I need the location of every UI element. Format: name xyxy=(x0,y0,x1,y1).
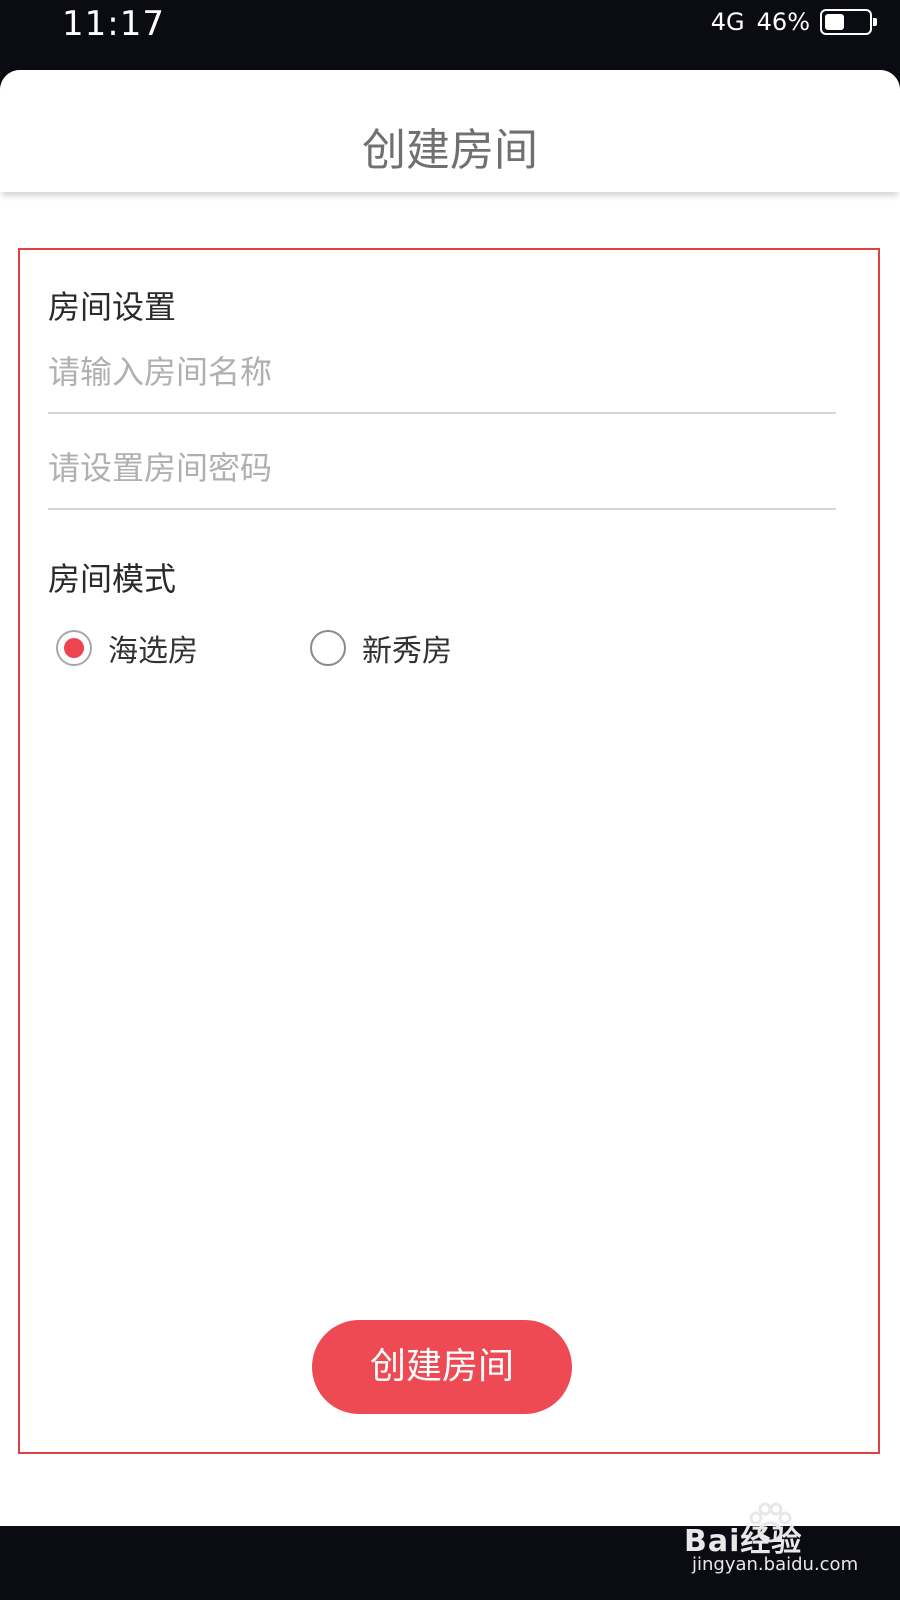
room-name-input[interactable]: 请输入房间名称 xyxy=(48,346,836,414)
battery-icon xyxy=(820,9,877,35)
radio-option-audition-room[interactable]: 海选房 xyxy=(56,626,198,670)
radio-label: 新秀房 xyxy=(362,634,452,669)
status-indicators: 4G 46% xyxy=(710,8,877,36)
create-room-sheet: 创建房间 房间设置 请输入房间名称 请设置房间密码 房间模式 海选房 新秀房 创… xyxy=(0,70,900,1526)
battery-percentage: 46% xyxy=(756,8,810,36)
room-password-input[interactable]: 请设置房间密码 xyxy=(48,442,836,510)
battery-level-fill xyxy=(825,14,844,30)
watermark: Bai经验 jingyan.baidu.com xyxy=(684,1500,884,1580)
sheet-header: 创建房间 xyxy=(0,70,900,192)
radio-unchecked-icon[interactable] xyxy=(310,630,346,666)
battery-tip xyxy=(873,18,877,26)
status-time: 11:17 xyxy=(62,4,165,44)
create-room-button[interactable]: 创建房间 xyxy=(312,1320,572,1414)
status-bar: 11:17 4G 46% xyxy=(0,0,900,50)
room-form-panel: 房间设置 请输入房间名称 请设置房间密码 房间模式 海选房 新秀房 创建房间 xyxy=(18,248,880,1454)
room-settings-label: 房间设置 xyxy=(48,288,177,326)
room-mode-radio-group: 海选房 新秀房 xyxy=(56,626,564,670)
page-title: 创建房间 xyxy=(362,125,538,176)
radio-checked-icon[interactable] xyxy=(56,630,92,666)
room-mode-label: 房间模式 xyxy=(48,560,177,598)
radio-option-rookie-room[interactable]: 新秀房 xyxy=(310,626,452,670)
radio-label: 海选房 xyxy=(108,634,198,669)
network-indicator: 4G xyxy=(710,8,745,36)
radio-dot xyxy=(64,638,84,658)
watermark-url: jingyan.baidu.com xyxy=(692,1554,859,1575)
